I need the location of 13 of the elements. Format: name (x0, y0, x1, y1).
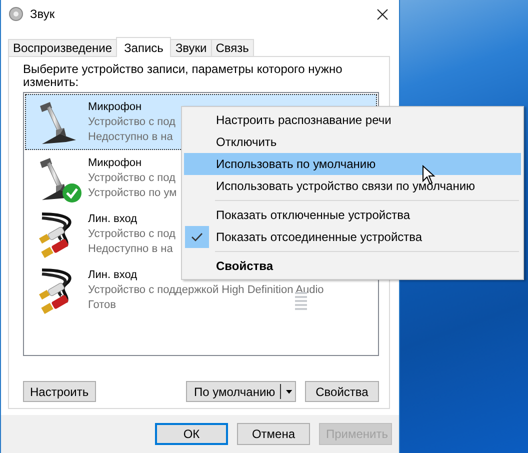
instruction-text: Выберите устройство записи, параметры которого нужно изменить: (23, 63, 344, 90)
device-status: Устройство по ум (88, 186, 177, 202)
device-description: Устройство с под (88, 171, 176, 186)
device-description: Устройство с под (88, 115, 176, 130)
device-status: Недоступно в на (88, 242, 173, 258)
device-name: Микрофон (88, 156, 142, 172)
device-description: Устройство с под (88, 227, 176, 242)
device-status: Недоступно в на (88, 130, 173, 146)
device-status: Готов (88, 298, 116, 314)
device-name: Микрофон (88, 100, 142, 116)
device-name: Лин. вход (88, 212, 138, 228)
window-title: Звук (30, 7, 55, 22)
device-name: Лин. вход (88, 268, 138, 284)
